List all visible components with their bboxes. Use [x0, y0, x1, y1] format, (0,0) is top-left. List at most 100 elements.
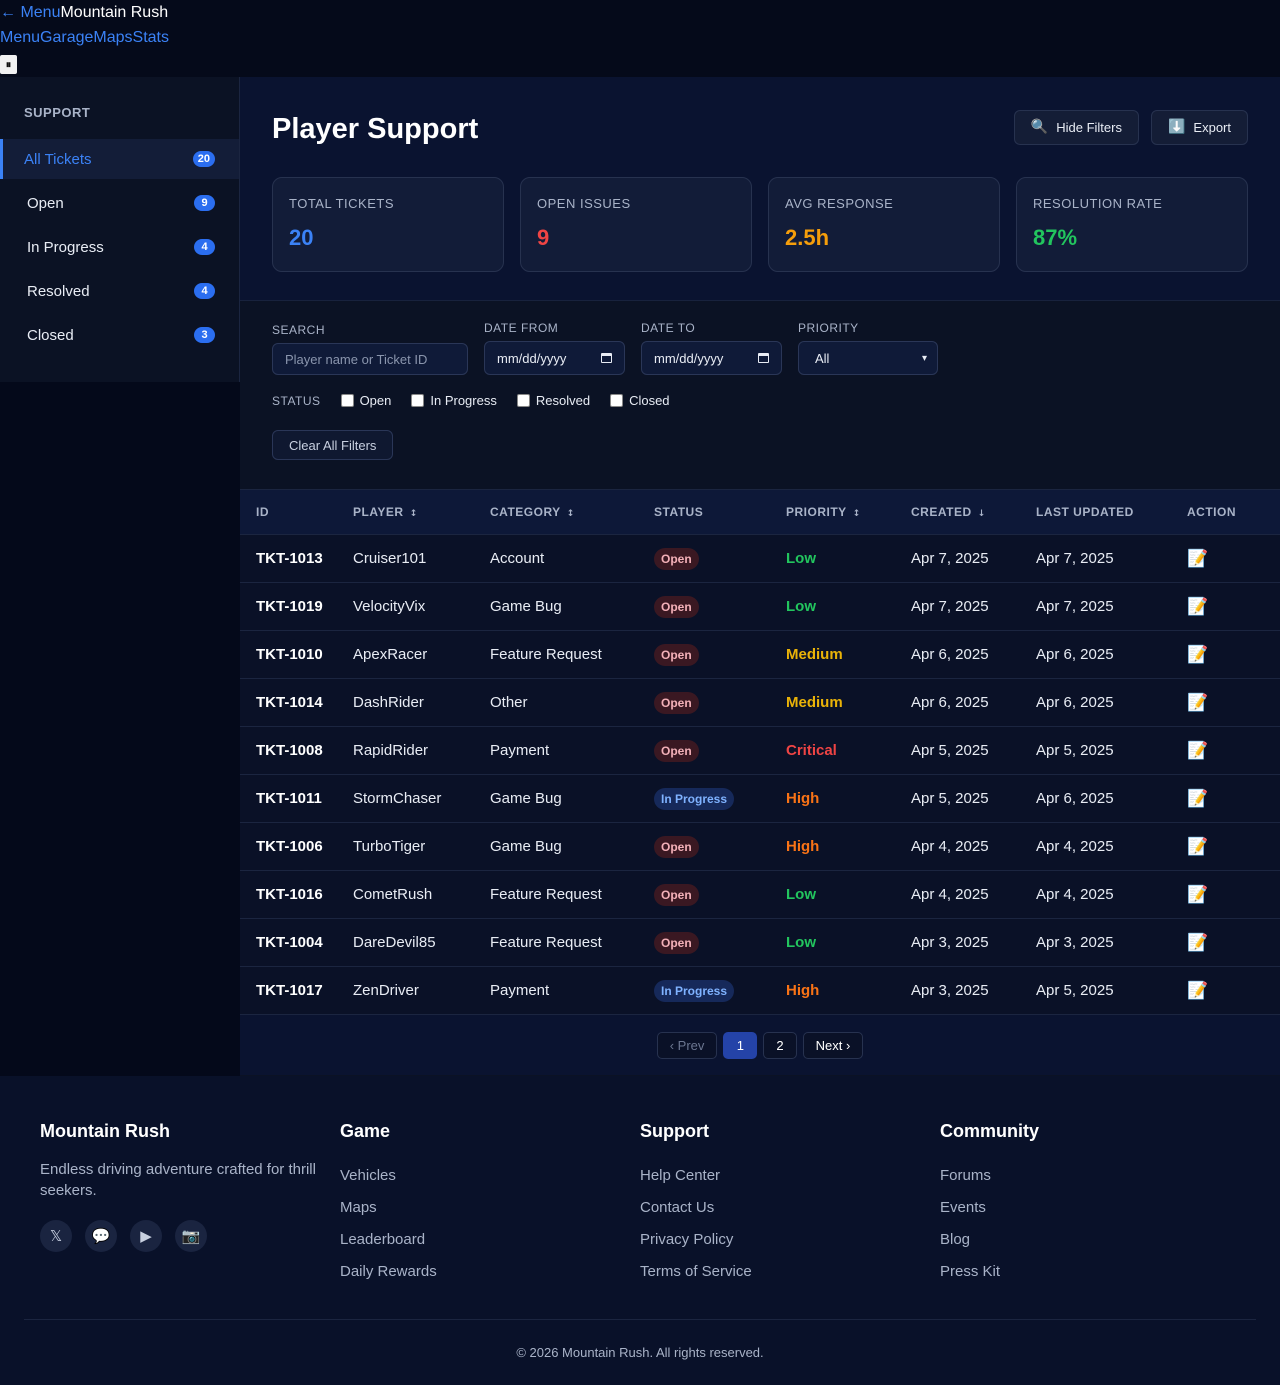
hide-filters-button[interactable]: 🔍 Hide Filters [1013, 109, 1139, 145]
checkbox-box[interactable] [610, 394, 624, 407]
player-name: StormChaser [353, 790, 442, 807]
footer-link-leaderboard[interactable]: Leaderboard [340, 1223, 640, 1255]
edit-icon[interactable]: 📝 [1187, 981, 1208, 1001]
clear-filters-button[interactable]: Clear All Filters [272, 430, 394, 460]
status-badge: Open [654, 931, 699, 954]
edit-icon[interactable]: 📝 [1187, 789, 1208, 809]
status-in-progress-checkbox[interactable]: In Progress [411, 393, 497, 408]
footer-link-daily-rewards[interactable]: Daily Rewards [340, 1255, 640, 1287]
checkbox-label: In Progress [430, 393, 497, 408]
footer-brand-column: Mountain Rush Endless driving adventure … [40, 1121, 340, 1319]
nav-stats-link[interactable]: Stats [133, 29, 169, 47]
footer-link-help-center[interactable]: Help Center [640, 1159, 940, 1191]
table-row[interactable]: TKT-1011 StormChaser Game Bug In Progress Hi… [240, 775, 1280, 823]
table-row[interactable]: TKT-1004 DareDevil85 Feature Request Open Lo… [240, 919, 1280, 967]
next-page-button[interactable]: Next › [802, 1031, 864, 1059]
column-header-player[interactable]: PLAYER ↕ [353, 505, 490, 519]
checkbox-box[interactable] [411, 394, 425, 407]
priority: High [786, 790, 820, 807]
sidebar-item-label: Closed [27, 326, 74, 344]
footer-link-contact-us[interactable]: Contact Us [640, 1191, 940, 1223]
checkbox-box[interactable] [340, 394, 354, 407]
sidebar-item-closed[interactable]: Closed 3 [0, 315, 239, 355]
nav-garage-link[interactable]: Garage [40, 29, 93, 47]
column-header-created[interactable]: CREATED ↓ [911, 505, 1036, 519]
copyright: © 2026 Mountain Rush. All rights reserve… [24, 1319, 1256, 1385]
sidebar-item-in-progress[interactable]: In Progress 4 [0, 227, 239, 267]
player-name: TurboTiger [353, 838, 426, 855]
stat-value: 9 [537, 225, 550, 250]
table-row[interactable]: TKT-1013 Cruiser101 Account Open Low Apr 7, 2… [240, 535, 1280, 583]
sort-icon[interactable]: ↕ [567, 509, 575, 519]
player-name: VelocityVix [353, 598, 426, 615]
table-row[interactable]: TKT-1019 VelocityVix Game Bug Open Low Apr 7,… [240, 583, 1280, 631]
date-to-input[interactable]: mm/dd/yyyy [641, 341, 782, 375]
footer-link-events[interactable]: Events [940, 1191, 1240, 1223]
page-1-button[interactable]: 1 [723, 1031, 758, 1059]
ticket-id: TKT-1008 [256, 742, 323, 759]
page-2-button[interactable]: 2 [763, 1031, 797, 1059]
status-resolved-checkbox[interactable]: Resolved [516, 393, 590, 408]
column-header-category[interactable]: CATEGORY ↕ [490, 505, 654, 519]
edit-icon[interactable]: 📝 [1187, 693, 1208, 713]
social-links: 𝕏 💬 ▶ 📷 [40, 1220, 340, 1252]
column-header-action: ACTION [1187, 505, 1236, 519]
stats-row: TOTAL TICKETS 20 OPEN ISSUES 9 AVG RESPO… [272, 177, 1248, 272]
status-closed-checkbox[interactable]: Closed [610, 393, 670, 408]
footer-link-terms-of-service[interactable]: Terms of Service [640, 1255, 940, 1287]
date-from-input[interactable]: mm/dd/yyyy [484, 341, 625, 375]
edit-icon[interactable]: 📝 [1187, 645, 1208, 665]
sort-desc-icon[interactable]: ↓ [978, 509, 986, 519]
edit-icon[interactable]: 📝 [1187, 741, 1208, 761]
export-button[interactable]: ⬇️ Export [1150, 109, 1248, 145]
table-row[interactable]: TKT-1008 RapidRider Payment Open Critical Apr… [240, 727, 1280, 775]
edit-icon[interactable]: 📝 [1187, 837, 1208, 857]
footer-link-blog[interactable]: Blog [940, 1223, 1240, 1255]
sidebar-item-resolved[interactable]: Resolved 4 [0, 271, 239, 311]
camera-icon[interactable]: 📷 [175, 1220, 207, 1252]
player-name: ApexRacer [353, 646, 428, 663]
search-input[interactable]: Player name or Ticket ID [272, 343, 468, 375]
table-row[interactable]: TKT-1014 DashRider Other Open Medium Apr 6, 2… [240, 679, 1280, 727]
calendar-icon[interactable] [601, 353, 612, 363]
sort-icon[interactable]: ↕ [853, 509, 861, 519]
updated-date: Apr 3, 2025 [1036, 934, 1114, 951]
footer-link-privacy-policy[interactable]: Privacy Policy [640, 1223, 940, 1255]
checkbox-box[interactable] [516, 394, 530, 407]
pause-button[interactable]: ⏸ [0, 55, 17, 74]
play-icon[interactable]: ▶ [130, 1220, 162, 1252]
table-row[interactable]: TKT-1016 CometRush Feature Request Open Low A… [240, 871, 1280, 919]
calendar-icon[interactable] [758, 353, 769, 363]
footer-link-maps[interactable]: Maps [340, 1191, 640, 1223]
sort-icon[interactable]: ↕ [410, 509, 418, 519]
status-label: STATUS [272, 393, 321, 408]
nav-maps-link[interactable]: Maps [93, 29, 132, 47]
priority: Critical [786, 742, 837, 759]
sidebar-item-open[interactable]: Open 9 [0, 183, 239, 223]
edit-icon[interactable]: 📝 [1187, 933, 1208, 953]
priority-select-value: All [815, 350, 830, 366]
nav-menu-link[interactable]: Menu [0, 29, 40, 47]
back-to-menu-link[interactable]: ← Menu [0, 4, 60, 22]
edit-icon[interactable]: 📝 [1187, 549, 1208, 569]
table-row[interactable]: TKT-1010 ApexRacer Feature Request Open Medi… [240, 631, 1280, 679]
search-label: SEARCH [272, 323, 326, 337]
sidebar-item-all-tickets[interactable]: All Tickets 20 [0, 139, 239, 179]
edit-icon[interactable]: 📝 [1187, 597, 1208, 617]
footer-link-forums[interactable]: Forums [940, 1159, 1240, 1191]
status-open-checkbox[interactable]: Open [340, 393, 391, 408]
table-row[interactable]: TKT-1017 ZenDriver Payment In Progress High A… [240, 967, 1280, 1015]
action-cell: 📝 [1187, 981, 1280, 1001]
status-cell: In Progress [654, 979, 786, 1002]
column-header-priority[interactable]: PRIORITY ↕ [786, 505, 911, 519]
edit-icon[interactable]: 📝 [1187, 885, 1208, 905]
footer-link-press-kit[interactable]: Press Kit [940, 1255, 1240, 1287]
footer-link-vehicles[interactable]: Vehicles [340, 1159, 640, 1191]
prev-page-button[interactable]: ‹ Prev [656, 1031, 718, 1059]
checkbox-label: Closed [629, 393, 670, 408]
main-content: Player Support 🔍 Hide Filters ⬇️ Export … [240, 77, 1280, 1076]
priority-select[interactable]: All ▾ [798, 341, 938, 375]
table-row[interactable]: TKT-1006 TurboTiger Game Bug Open High Apr 4,… [240, 823, 1280, 871]
chat-icon[interactable]: 💬 [85, 1220, 117, 1252]
x-icon[interactable]: 𝕏 [40, 1220, 72, 1252]
